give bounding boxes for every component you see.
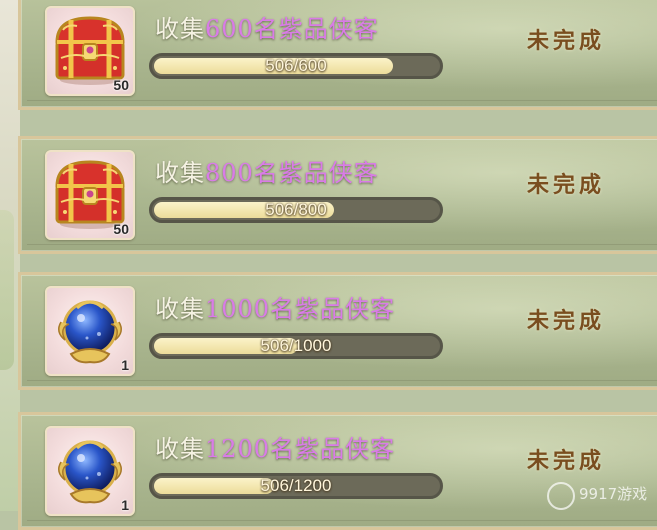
- status-label: 未完成: [527, 28, 606, 54]
- reward-quantity: 50: [113, 221, 129, 237]
- achievement-row[interactable]: 50 收集600名紫品侠客 506/600 未完成: [18, 0, 657, 110]
- progress-bar: 506/600: [149, 53, 443, 79]
- reward-item-slot[interactable]: 50: [45, 150, 135, 240]
- task-title-number: 1200: [205, 435, 271, 463]
- task-title-prefix: 收集: [155, 159, 205, 187]
- task-title-suffix: 名紫品侠客: [253, 159, 379, 187]
- watermark-logo-icon: [547, 482, 575, 510]
- progress-text: 506/1000: [260, 336, 332, 355]
- task-title-prefix: 收集: [155, 15, 205, 43]
- achievement-row[interactable]: 1 收集1000名紫品侠客 506/1000 未完成: [18, 272, 657, 390]
- reward-item-slot[interactable]: 1: [45, 286, 135, 376]
- watermark: 9917游戏: [543, 477, 653, 511]
- reward-quantity: 1: [121, 357, 129, 373]
- task-title-suffix: 名紫品侠客: [270, 295, 396, 323]
- progress-text: 506/1200: [260, 476, 332, 495]
- progress-bar: 506/800: [149, 197, 443, 223]
- task-title: 收集800名紫品侠客: [155, 153, 379, 188]
- task-title-suffix: 名紫品侠客: [253, 15, 379, 43]
- status-label: 未完成: [527, 308, 606, 334]
- task-title: 收集1200名紫品侠客: [155, 429, 395, 464]
- reward-quantity: 50: [113, 77, 129, 93]
- reward-item-slot[interactable]: 50: [45, 6, 135, 96]
- status-label: 未完成: [527, 448, 606, 474]
- task-title-prefix: 收集: [155, 435, 205, 463]
- progress-bar: 506/1200: [149, 473, 443, 499]
- task-title: 收集1000名紫品侠客: [155, 289, 395, 324]
- task-title-prefix: 收集: [155, 295, 205, 323]
- progress-text: 506/600: [265, 56, 327, 75]
- achievement-row[interactable]: 1 收集1200名紫品侠客 506/1200 未完成: [18, 412, 657, 530]
- achievement-row[interactable]: 50 收集800名紫品侠客 506/800 未完成: [18, 136, 657, 254]
- status-label: 未完成: [527, 172, 606, 198]
- task-title-number: 600: [205, 15, 254, 43]
- task-title-number: 800: [205, 159, 254, 187]
- progress-text: 506/800: [265, 200, 327, 219]
- task-title: 收集600名紫品侠客: [155, 9, 379, 44]
- task-title-number: 1000: [205, 295, 271, 323]
- task-title-suffix: 名紫品侠客: [270, 435, 396, 463]
- progress-bar: 506/1000: [149, 333, 443, 359]
- watermark-text: 9917游戏: [579, 485, 648, 503]
- reward-item-slot[interactable]: 1: [45, 426, 135, 516]
- background-edge: [0, 0, 20, 511]
